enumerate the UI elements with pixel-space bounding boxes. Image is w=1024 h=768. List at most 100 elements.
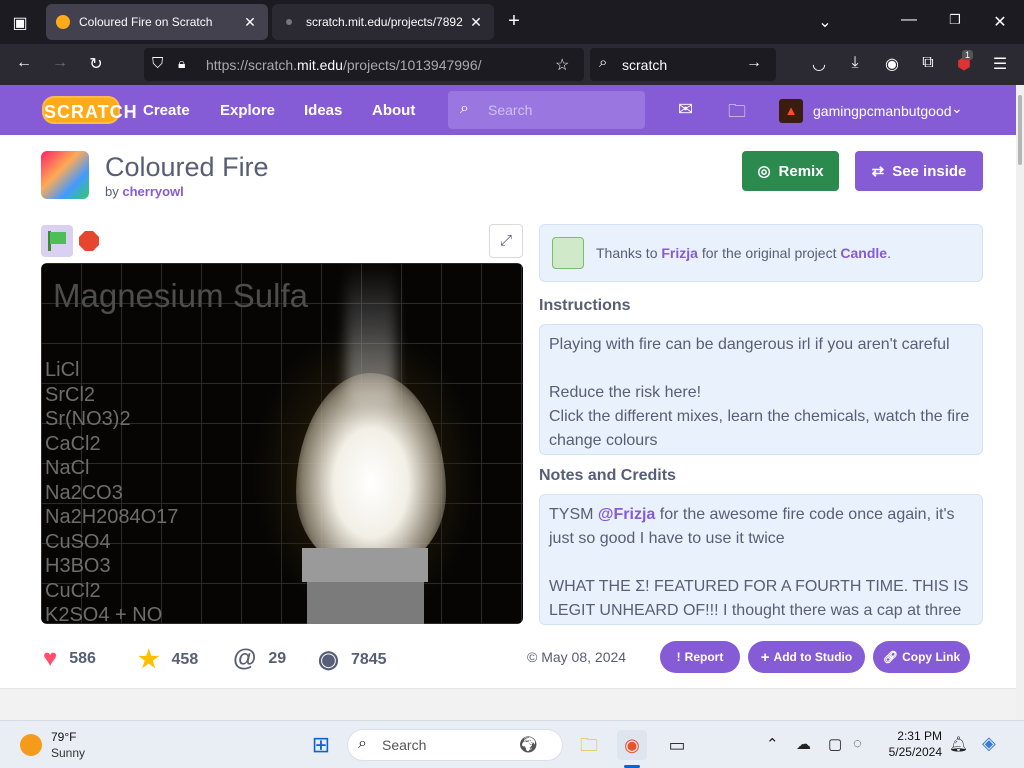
go-arrow-icon[interactable]: → xyxy=(746,54,762,72)
network-offline-icon[interactable]: ☁ xyxy=(796,735,811,753)
page-scrollbar[interactable] xyxy=(1016,85,1024,720)
instructions-heading: Instructions xyxy=(539,297,631,314)
report-button[interactable]: ! Report xyxy=(660,641,740,673)
credit-user-link[interactable]: Frizja xyxy=(661,245,698,261)
chemical-option[interactable]: Na2H2084O17 xyxy=(45,506,178,529)
author-link[interactable]: cherryowl xyxy=(122,184,183,199)
chemical-option[interactable]: Na2CO3 xyxy=(45,482,123,505)
close-window-icon[interactable]: ✕ xyxy=(990,12,1010,32)
love-stat[interactable]: ♥ 586 xyxy=(43,645,96,673)
chemical-option[interactable]: H3BO3 xyxy=(45,555,111,578)
pocket-icon[interactable]: ◡ xyxy=(808,54,830,74)
reload-icon[interactable]: ↻ xyxy=(85,54,107,74)
search-icon: ⌕ xyxy=(599,54,608,71)
windows-start-icon[interactable]: ⊞ xyxy=(306,730,336,760)
see-inside-button[interactable]: ⇄ See inside xyxy=(855,151,983,191)
minimize-icon[interactable]: — xyxy=(899,11,919,29)
remix-count: 29 xyxy=(268,650,287,667)
nav-create-link[interactable]: Create xyxy=(143,102,190,119)
mention-link[interactable]: @Frizja xyxy=(598,506,655,523)
tab-title: scratch.mit.edu/projects/7892 xyxy=(306,15,463,29)
nav-ideas-link[interactable]: Ideas xyxy=(304,102,342,119)
new-tab-icon[interactable]: + xyxy=(504,10,524,33)
star-icon[interactable]: ★ xyxy=(138,645,160,674)
green-flag-button[interactable] xyxy=(41,225,73,257)
heart-icon[interactable]: ♥ xyxy=(43,645,57,673)
lock-icon[interactable]: 🔒︎ xyxy=(178,55,185,72)
restore-icon[interactable]: ❐ xyxy=(945,12,965,28)
scratch-search-input[interactable]: ⌕ Search xyxy=(448,91,645,129)
menu-icon[interactable]: ☰ xyxy=(989,54,1011,74)
chemical-option[interactable]: K2SO4 + NO xyxy=(45,604,162,624)
link-icon: 🔗︎ xyxy=(882,650,899,664)
credit-project-link[interactable]: Candle xyxy=(840,245,887,261)
my-stuff-folder-icon[interactable]: 🗀 xyxy=(728,99,746,129)
shield-icon[interactable]: ⛉ xyxy=(152,55,163,72)
close-tab-icon[interactable]: ✕ xyxy=(468,14,484,31)
chemical-option[interactable]: SrCl2 xyxy=(45,384,95,407)
extensions-icon[interactable]: ⧉ xyxy=(917,54,939,72)
bookmark-star-icon[interactable]: ☆ xyxy=(555,55,569,75)
taskbar-search-input[interactable]: ⌕ Search 🌍︎ xyxy=(347,729,563,761)
display-icon[interactable]: ▢ xyxy=(828,735,842,753)
nav-explore-link[interactable]: Explore xyxy=(220,102,275,119)
sound-icon[interactable]: ◌ xyxy=(853,735,862,752)
scrollbar-thumb[interactable] xyxy=(1018,95,1022,165)
copy-link-label: Copy Link xyxy=(902,650,961,664)
favorite-stat[interactable]: ★ 458 xyxy=(138,645,198,674)
username[interactable]: gamingpcmanbutgood xyxy=(813,103,952,119)
project-stage[interactable]: Magnesium Sulfa LiCl SrCl2 Sr(NO3)2 CaCl2 Na… xyxy=(41,263,523,624)
notifications-bell-icon[interactable]: 🔔︎ xyxy=(949,735,968,753)
forward-icon[interactable]: → xyxy=(49,54,71,72)
browser-search-input[interactable]: ⌕ scratch → xyxy=(590,48,776,81)
firefox-icon[interactable]: ◉ xyxy=(617,730,647,760)
search-icon: ⌕ xyxy=(358,735,367,752)
tab-overview-icon[interactable]: ▣ xyxy=(10,13,30,33)
system-clock[interactable]: 2:31 PM 5/25/2024 xyxy=(884,729,942,759)
scratch-logo[interactable]: SCRATCH xyxy=(42,96,137,124)
flag-cloth xyxy=(50,232,66,244)
file-explorer-icon[interactable]: 🗀 xyxy=(574,730,604,760)
close-tab-icon[interactable]: ✕ xyxy=(242,14,258,31)
remix-label: Remix xyxy=(778,162,824,180)
account-dropdown-chevron-icon[interactable]: ⌄ xyxy=(951,100,963,117)
instructions-line: Reduce the risk here! xyxy=(549,384,702,401)
add-to-studio-label: Add to Studio xyxy=(773,650,853,664)
messages-envelope-icon[interactable]: ✉ xyxy=(678,99,693,120)
scratch-nav-bar: SCRATCH Create Explore Ideas About ⌕ Sea… xyxy=(0,85,1016,135)
weather-condition[interactable]: Sunny xyxy=(51,746,85,760)
user-avatar[interactable]: ▲ xyxy=(779,99,803,123)
chemical-option[interactable]: CuCl2 xyxy=(45,580,101,603)
stop-sign-button[interactable] xyxy=(79,231,99,251)
report-label: Report xyxy=(684,650,724,664)
weather-temperature[interactable]: 79°F xyxy=(51,730,76,744)
clock-time: 2:31 PM xyxy=(897,729,942,743)
instructions-box: Playing with fire can be dangerous irl i… xyxy=(539,324,983,455)
stage-chemical-title: Magnesium Sulfa xyxy=(53,277,308,314)
add-to-studio-button[interactable]: + Add to Studio xyxy=(748,641,865,673)
back-icon[interactable]: ← xyxy=(13,54,35,72)
copy-link-button[interactable]: 🔗︎ Copy Link xyxy=(873,641,970,673)
fullscreen-button[interactable]: ⤢ xyxy=(489,224,523,258)
remix-icon: ◎ xyxy=(757,163,771,180)
tab-coloured-fire[interactable]: Coloured Fire on Scratch ✕ xyxy=(46,4,268,40)
remix-button[interactable]: ◎ Remix xyxy=(742,151,839,191)
terminal-icon[interactable]: ▭ xyxy=(662,730,692,760)
nav-about-link[interactable]: About xyxy=(372,102,415,119)
credit-user-avatar[interactable] xyxy=(552,237,584,269)
account-icon[interactable]: ◉ xyxy=(881,54,903,74)
url-bar[interactable]: ⛉ 🔒︎ https://scratch.mit.edu/projects/10… xyxy=(144,48,584,81)
chemical-option[interactable]: CaCl2 xyxy=(45,433,101,456)
show-hidden-icons-chevron-icon[interactable]: ⌃ xyxy=(766,735,779,753)
tab-scratch-project[interactable]: scratch.mit.edu/projects/7892 ✕ xyxy=(272,4,494,40)
copilot-icon[interactable]: ◈ xyxy=(982,733,996,754)
chemical-option[interactable]: CuSO4 xyxy=(45,531,111,554)
list-tabs-chevron-icon[interactable]: ⌄ xyxy=(815,12,835,32)
weather-sun-icon[interactable] xyxy=(20,734,42,756)
downloads-icon[interactable]: ⤓ xyxy=(844,54,866,72)
search-highlight-icon: 🌍︎ xyxy=(518,737,539,754)
chemical-option[interactable]: Sr(NO3)2 xyxy=(45,408,131,431)
chemical-option[interactable]: NaCl xyxy=(45,457,89,480)
url-text[interactable]: https://scratch.mit.edu/projects/1013947… xyxy=(206,57,482,73)
chemical-option[interactable]: LiCl xyxy=(45,359,79,382)
